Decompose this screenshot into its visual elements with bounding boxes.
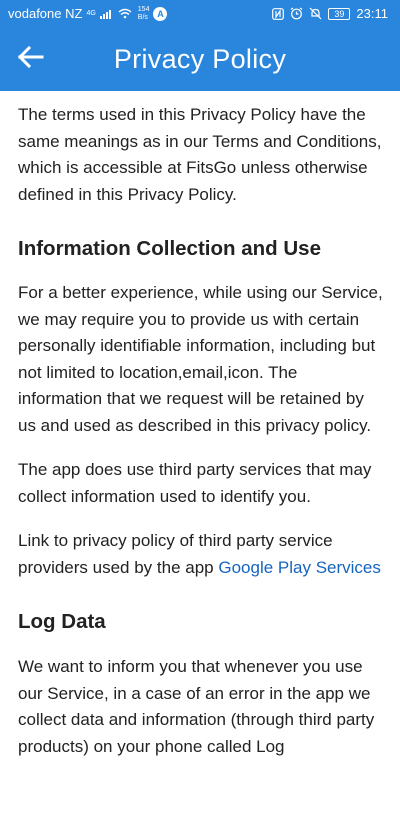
section-heading-information-collection: Information Collection and Use — [18, 237, 321, 260]
network-type: 4G — [86, 10, 96, 17]
google-play-services-link[interactable]: Google Play Services — [218, 558, 381, 577]
battery-level: 39 — [334, 8, 345, 19]
navigation-indicator-icon: A — [153, 6, 168, 21]
alarm-icon — [290, 7, 303, 20]
app-bar: Privacy Policy — [0, 27, 400, 91]
signal-icon — [99, 8, 114, 19]
status-left: vodafone NZ 4G 154 B/s A — [8, 6, 168, 22]
carrier-name: vodafone NZ — [8, 6, 83, 21]
intro-paragraph: The terms used in this Privacy Policy ha… — [18, 105, 382, 204]
battery-icon: 39 — [328, 7, 351, 20]
mute-bell-icon — [309, 7, 322, 20]
network-speed-unit: B/s — [137, 13, 148, 21]
page-title: Privacy Policy — [113, 43, 287, 74]
status-bar: vodafone NZ 4G 154 B/s A 39 23:11 — [0, 0, 400, 27]
wifi-icon — [118, 8, 132, 19]
nfc-icon — [272, 7, 285, 20]
network-speed: 154 B/s — [138, 6, 150, 22]
status-time: 23:11 — [356, 6, 388, 21]
third-party-paragraph: The app does use third party services th… — [18, 460, 372, 506]
third-party-link-paragraph: Link to privacy policy of third party se… — [18, 528, 384, 581]
section-heading-log-data: Log Data — [18, 610, 106, 633]
policy-content: The terms used in this Privacy Policy ha… — [18, 91, 384, 760]
status-right: 39 23:11 — [272, 6, 388, 21]
network-speed-value: 154 — [137, 5, 150, 13]
log-data-paragraph: We want to inform you that whenever you … — [18, 657, 375, 756]
information-collection-paragraph: For a better experience, while using our… — [18, 283, 383, 435]
